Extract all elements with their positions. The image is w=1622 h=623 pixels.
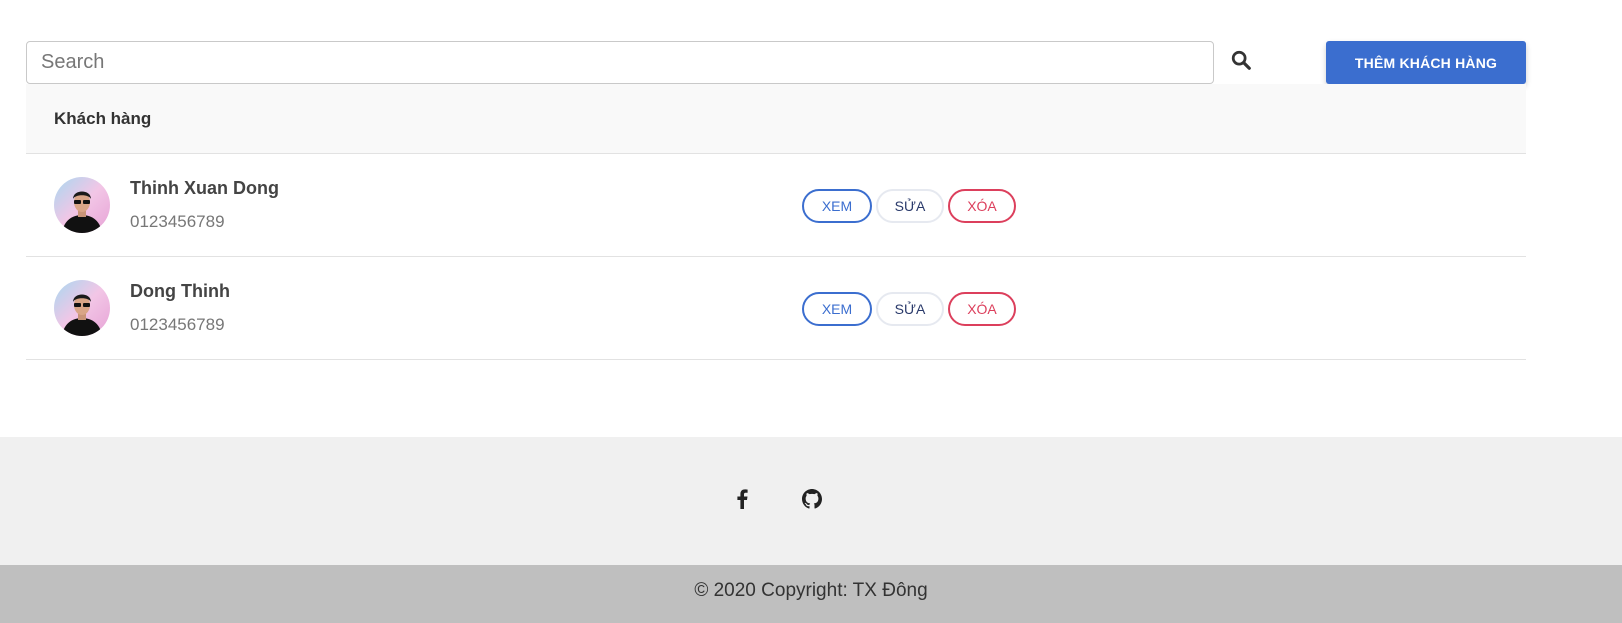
customer-table: Khách hàng Thinh Xuan Dong 0123456789 XE…	[26, 84, 1526, 360]
copyright-bar: © 2020 Copyright: TX Đông	[0, 565, 1622, 623]
customer-phone: 0123456789	[130, 212, 225, 231]
row-actions: XEM SỬA XÓA	[802, 189, 1016, 223]
github-link[interactable]	[801, 488, 823, 514]
delete-button[interactable]: XÓA	[948, 189, 1016, 223]
search-input[interactable]	[26, 41, 1214, 84]
delete-button[interactable]: XÓA	[948, 292, 1016, 326]
row-actions: XEM SỬA XÓA	[802, 292, 1016, 326]
table-header-label: Khách hàng	[54, 108, 152, 128]
view-button[interactable]: XEM	[802, 292, 872, 326]
search-icon	[1230, 49, 1252, 76]
edit-button[interactable]: SỬA	[876, 292, 944, 326]
search-button[interactable]	[1226, 47, 1256, 77]
table-row: Thinh Xuan Dong 0123456789 XEM SỬA XÓA	[26, 154, 1526, 257]
edit-button[interactable]: SỬA	[876, 189, 944, 223]
social-footer	[0, 437, 1622, 565]
github-icon	[802, 488, 822, 514]
avatar	[54, 177, 110, 233]
customer-phone: 0123456789	[130, 315, 225, 334]
customer-name: Thinh Xuan Dong	[130, 178, 279, 198]
customer-name: Dong Thinh	[130, 281, 230, 301]
page: THÊM KHÁCH HÀNG Khách hàng	[0, 0, 1622, 623]
table-row: Dong Thinh 0123456789 XEM SỬA XÓA	[26, 257, 1526, 360]
avatar	[54, 280, 110, 336]
table-header: Khách hàng	[26, 84, 1526, 154]
facebook-link[interactable]	[731, 488, 753, 514]
facebook-icon	[736, 488, 748, 514]
view-button[interactable]: XEM	[802, 189, 872, 223]
add-customer-button[interactable]: THÊM KHÁCH HÀNG	[1326, 41, 1526, 84]
copyright-text: © 2020 Copyright: TX Đông	[694, 580, 928, 601]
search-row: THÊM KHÁCH HÀNG	[26, 41, 1526, 84]
